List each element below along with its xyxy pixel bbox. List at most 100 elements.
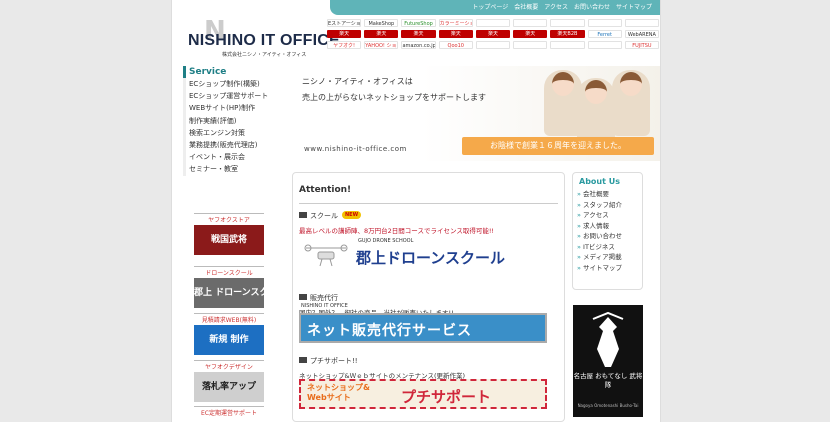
- new-badge: NEW: [342, 211, 362, 219]
- partner-banner[interactable]: 楽天: [364, 30, 399, 38]
- side-banner-caption: ヤフオクデザイン: [194, 360, 264, 371]
- section-text[interactable]: 最高レベルの講師陣、8万円台2日間コースでライセンス取得可能!!: [299, 225, 559, 235]
- service-list: ECショップ制作(構築) ECショップ運営サポート WEBサイト(HP)制作 制作実績…: [183, 78, 268, 176]
- section-banner-small-text: NISHINO IT OFFICE: [301, 303, 348, 309]
- section-heading: プチサポート!!: [299, 356, 559, 366]
- partner-banner[interactable]: FUJITSU: [624, 41, 659, 49]
- samurai-title: 名古屋 おもてなし 武将隊: [573, 372, 643, 389]
- logo-text: NISHINO IT OFFICE: [188, 32, 340, 49]
- partner-banner[interactable]: カラーミーショップ: [438, 19, 473, 27]
- partner-banner[interactable]: MakeShop: [364, 19, 399, 27]
- partner-banner[interactable]: [475, 19, 511, 27]
- service-menu-item[interactable]: 検索エンジン対策: [186, 127, 263, 139]
- section-banner-small-text: GUJO DRONE SCHOOL: [358, 238, 414, 244]
- section-heading-text: 販売代行: [310, 294, 338, 302]
- about-list: 会社概要スタッフ紹介アクセス求人情報お問い合わせITビジネスメディア掲載サイトマ…: [573, 189, 642, 273]
- section-heading-text: プチサポート!!: [310, 357, 358, 365]
- partner-banner[interactable]: 楽天: [513, 30, 548, 38]
- attention-title: Attention!: [299, 185, 352, 195]
- about-title: About Us: [579, 177, 620, 186]
- topnav-link[interactable]: トップページ: [472, 2, 508, 13]
- side-banner-caption: EC定期運営サポート: [194, 406, 264, 417]
- samurai-figure-icon: [592, 311, 624, 367]
- partner-banner[interactable]: amazon.co.jp: [401, 41, 436, 49]
- page: トップページ 会社概要 アクセス お問い合わせ サイトマップ N NISHINO IT …: [171, 0, 661, 422]
- topnav-link[interactable]: アクセス: [544, 2, 568, 13]
- service-menu-item[interactable]: 制作実績(評価): [186, 115, 263, 127]
- partner-banner[interactable]: [550, 19, 585, 27]
- side-banner[interactable]: EC定期運営サポート: [194, 406, 264, 417]
- attention-section: スクール NEW 最高レベルの講師陣、8万円台2日間コースでライセンス取得可能!!: [299, 211, 559, 235]
- samurai-subtitle: Nagoya Omotenashi Busho-Tai: [577, 403, 639, 408]
- service-menu-item[interactable]: 業務提携(販売代理店): [186, 139, 263, 151]
- side-banner-caption: ヤフオクストア: [194, 213, 264, 224]
- hero-banner: ニシノ・アイティ・オフィスは 売上の上がらないネットショップをサポートします w…: [294, 66, 660, 161]
- partner-banner[interactable]: [475, 41, 511, 49]
- partner-banner[interactable]: 楽天: [327, 30, 362, 38]
- about-link[interactable]: アクセス: [577, 210, 638, 221]
- partner-banner[interactable]: 楽天B2B: [550, 30, 585, 38]
- hero-line-2: 売上の上がらないネットショップをサポートします: [302, 93, 486, 102]
- drone-icon: [304, 244, 348, 267]
- section-banner-text: プチサポート: [401, 388, 492, 406]
- about-us-box: About Us 会社概要スタッフ紹介アクセス求人情報お問い合わせITビジネスメ…: [572, 172, 643, 290]
- partner-banner[interactable]: Ferret: [587, 30, 622, 38]
- partner-banner[interactable]: [513, 19, 548, 27]
- side-banner[interactable]: ドローンスクール郡上 ドローンスクール: [194, 266, 264, 308]
- side-banner[interactable]: 見積請求WEB(無料) 新規 制作: [194, 313, 264, 355]
- partner-banner[interactable]: 楽天: [475, 30, 511, 38]
- partner-banner[interactable]: 楽天: [401, 30, 436, 38]
- side-banner-caption: ドローンスクール: [194, 266, 264, 277]
- section-banner[interactable]: GUJO DRONE SCHOOL 郡上ドローンスクール: [299, 238, 547, 269]
- partner-banner[interactable]: [550, 41, 585, 49]
- section-heading: 販売代行: [299, 293, 559, 303]
- partner-banner[interactable]: ヤフオク!: [327, 41, 362, 49]
- about-link[interactable]: スタッフ紹介: [577, 200, 638, 211]
- topnav-link[interactable]: サイトマップ: [616, 2, 652, 13]
- top-nav: トップページ 会社概要 アクセス お問い合わせ サイトマップ: [330, 0, 660, 15]
- topnav-link[interactable]: 会社概要: [514, 2, 538, 13]
- partner-banner[interactable]: Qoo10: [438, 41, 473, 49]
- partner-banner[interactable]: [587, 19, 622, 27]
- section-banner[interactable]: ネットショップ& Webサイト プチサポート: [299, 379, 547, 409]
- about-link[interactable]: サイトマップ: [577, 263, 638, 274]
- heading-bullet-icon: [299, 212, 307, 218]
- section-banner-text: ネット販売代行サービス: [307, 323, 472, 339]
- section-banner-text: 郡上ドローンスクール: [356, 249, 505, 267]
- topnav-link[interactable]: お問い合わせ: [574, 2, 610, 13]
- hero-person: [577, 78, 615, 144]
- partner-banner[interactable]: [624, 19, 659, 27]
- side-banner-image: 戦国武将: [194, 225, 264, 255]
- hero-line-1: ニシノ・アイティ・オフィスは: [302, 77, 413, 86]
- partner-banner[interactable]: [513, 41, 548, 49]
- heading-bullet-icon: [299, 357, 307, 363]
- partner-banner[interactable]: YAHOO! ショッピング: [364, 41, 399, 49]
- samurai-banner[interactable]: 名古屋 おもてなし 武将隊 Nagoya Omotenashi Busho-Ta…: [573, 305, 643, 417]
- logo-subtitle: 株式会社ニシノ・アイティ・オフィス: [222, 52, 307, 58]
- section-banner-small-text: ネットショップ& Webサイト: [307, 383, 370, 402]
- side-banner-image: 郡上 ドローンスクール: [194, 278, 264, 308]
- service-menu-item[interactable]: ECショップ運営サポート: [186, 90, 268, 102]
- side-banner[interactable]: ヤフオクデザイン 落札率アップ: [194, 360, 264, 402]
- partner-banner[interactable]: WebARENA: [624, 30, 659, 38]
- partner-banner[interactable]: Eストアーショップサーブ: [327, 19, 362, 27]
- partner-banner[interactable]: [587, 41, 622, 49]
- service-menu-item[interactable]: WEBサイト(HP)制作: [186, 102, 263, 114]
- service-menu-item[interactable]: セミナー・教室: [186, 163, 263, 175]
- about-link[interactable]: メディア掲載: [577, 252, 638, 263]
- service-menu-item[interactable]: イベント・展示会: [186, 151, 263, 163]
- section-banner[interactable]: NISHINO IT OFFICE ネット販売代行サービス: [299, 303, 547, 343]
- hero-url: www.nishino-it-office.com: [304, 145, 407, 153]
- partner-banners: EストアーショップサーブMakeShopFutureShopカラーミーショップ楽…: [327, 19, 659, 49]
- partner-banner[interactable]: FutureShop: [401, 19, 436, 27]
- section-heading-text: スクール: [310, 212, 338, 220]
- about-link[interactable]: 会社概要: [577, 189, 638, 200]
- anniversary-badge: お陰様で創業１６周年を迎えました。: [462, 137, 654, 155]
- about-link[interactable]: お問い合わせ: [577, 231, 638, 242]
- section-heading: スクール NEW: [299, 211, 559, 221]
- service-menu-item[interactable]: ECショップ制作(構築): [186, 78, 263, 90]
- side-banner[interactable]: ヤフオクストア 戦国武将: [194, 213, 264, 255]
- about-link[interactable]: 求人情報: [577, 221, 638, 232]
- partner-banner[interactable]: 楽天: [438, 30, 473, 38]
- about-link[interactable]: ITビジネス: [577, 242, 638, 253]
